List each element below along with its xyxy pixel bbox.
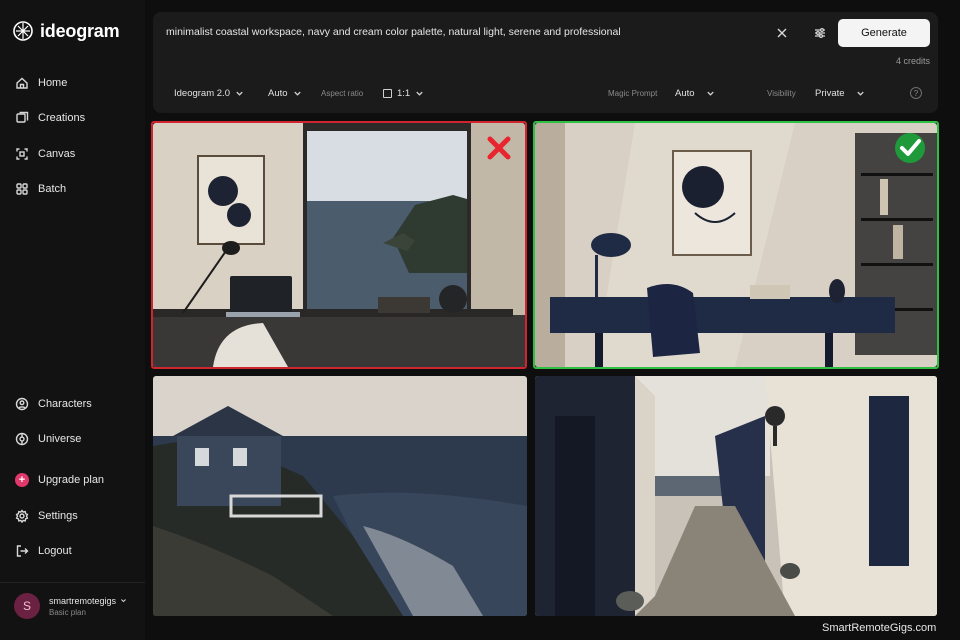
reject-x-icon xyxy=(487,136,511,160)
magic-prompt-select[interactable]: Auto xyxy=(675,78,715,108)
plus-icon: + xyxy=(15,473,29,487)
cliff-house-ocean-image xyxy=(153,376,527,616)
style-value: Auto xyxy=(268,87,288,99)
seaside-alley-image xyxy=(535,376,937,616)
sidebar-item-label: Settings xyxy=(38,510,78,522)
coastal-office-window-image xyxy=(153,123,525,367)
chevron-down-icon xyxy=(856,91,864,96)
visibility-label: Visibility xyxy=(767,88,796,98)
magic-prompt-label: Magic Prompt xyxy=(608,88,658,98)
sidebar-item-batch[interactable]: Batch xyxy=(15,182,66,196)
ideogram-logo-icon xyxy=(13,21,33,41)
sidebar-item-label: Characters xyxy=(38,398,92,410)
logo-text: ideogram xyxy=(40,20,120,41)
chevron-down-icon xyxy=(293,91,301,96)
user-name-row: smartremotegigs xyxy=(49,596,127,606)
result-image-2[interactable] xyxy=(535,123,937,367)
sidebar-item-label: Universe xyxy=(38,433,82,445)
divider xyxy=(0,582,145,583)
sidebar-item-universe[interactable]: Universe xyxy=(15,432,81,446)
chevron-down-icon xyxy=(236,91,243,96)
sidebar-item-label: Upgrade plan xyxy=(38,474,105,486)
model-select[interactable]: Ideogram 2.0 xyxy=(174,78,244,108)
user-menu[interactable]: S smartremotegigs Basic plan xyxy=(14,593,127,619)
chevron-down-icon xyxy=(121,599,127,603)
canvas-icon xyxy=(16,148,28,160)
navy-desk-office-image xyxy=(535,123,937,367)
app-window: ideogram Home Creations Canvas Batch Cha… xyxy=(0,0,960,640)
home-icon xyxy=(16,77,28,89)
user-name: smartremotegigs xyxy=(49,595,117,606)
approve-check-icon xyxy=(895,133,925,163)
user-info: smartremotegigs Basic plan xyxy=(49,596,127,617)
sidebar-item-logout[interactable]: Logout xyxy=(15,544,72,558)
sidebar: ideogram Home Creations Canvas Batch Cha… xyxy=(0,0,145,640)
aspect-ratio-value: 1:1 xyxy=(397,87,411,99)
result-image-1[interactable] xyxy=(153,123,525,367)
result-image-3[interactable] xyxy=(153,376,527,616)
sliders-icon[interactable] xyxy=(812,25,828,41)
model-value: Ideogram 2.0 xyxy=(174,87,230,99)
visibility-value: Private xyxy=(815,87,845,99)
universe-icon xyxy=(15,432,29,446)
logout-icon xyxy=(16,545,29,557)
sidebar-item-label: Logout xyxy=(38,545,72,557)
sidebar-item-canvas[interactable]: Canvas xyxy=(15,147,75,161)
user-plan: Basic plan xyxy=(49,607,86,617)
credits-count: 4 credits xyxy=(895,56,930,66)
clear-prompt-icon[interactable] xyxy=(774,25,790,41)
sidebar-item-settings[interactable]: Settings xyxy=(15,509,78,523)
logo[interactable]: ideogram xyxy=(12,20,120,42)
chevron-down-icon xyxy=(706,91,714,96)
chevron-down-icon xyxy=(416,91,423,96)
options-bar: Ideogram 2.0 Auto Aspect ratio 1:1 Magic… xyxy=(153,78,938,108)
prompt-input[interactable]: minimalist coastal workspace, navy and c… xyxy=(166,26,621,38)
square-icon xyxy=(383,88,392,98)
creations-icon xyxy=(16,111,29,123)
magic-prompt-value: Auto xyxy=(675,87,695,99)
result-image-4[interactable] xyxy=(535,376,937,616)
sidebar-item-label: Home xyxy=(38,77,68,89)
sidebar-item-label: Creations xyxy=(38,112,86,124)
gear-icon xyxy=(15,509,29,523)
sidebar-item-creations[interactable]: Creations xyxy=(15,111,85,125)
sidebar-item-upgrade-plan[interactable]: + Upgrade plan xyxy=(15,473,104,487)
style-select[interactable]: Auto xyxy=(268,78,302,108)
sidebar-item-label: Canvas xyxy=(38,148,76,160)
aspect-ratio-select[interactable]: 1:1 xyxy=(383,78,424,108)
batch-icon xyxy=(16,183,28,195)
avatar: S xyxy=(14,593,40,619)
generate-button[interactable]: Generate xyxy=(838,19,930,47)
visibility-select[interactable]: Private xyxy=(815,78,865,108)
sidebar-item-label: Batch xyxy=(38,183,67,195)
characters-icon xyxy=(15,397,29,411)
aspect-ratio-label: Aspect ratio xyxy=(321,88,364,98)
sidebar-item-characters[interactable]: Characters xyxy=(15,397,92,411)
help-icon[interactable]: ? xyxy=(910,87,922,99)
sidebar-item-home[interactable]: Home xyxy=(15,76,67,90)
prompt-panel: minimalist coastal workspace, navy and c… xyxy=(153,12,938,113)
watermark: SmartRemoteGigs.com xyxy=(822,622,937,634)
